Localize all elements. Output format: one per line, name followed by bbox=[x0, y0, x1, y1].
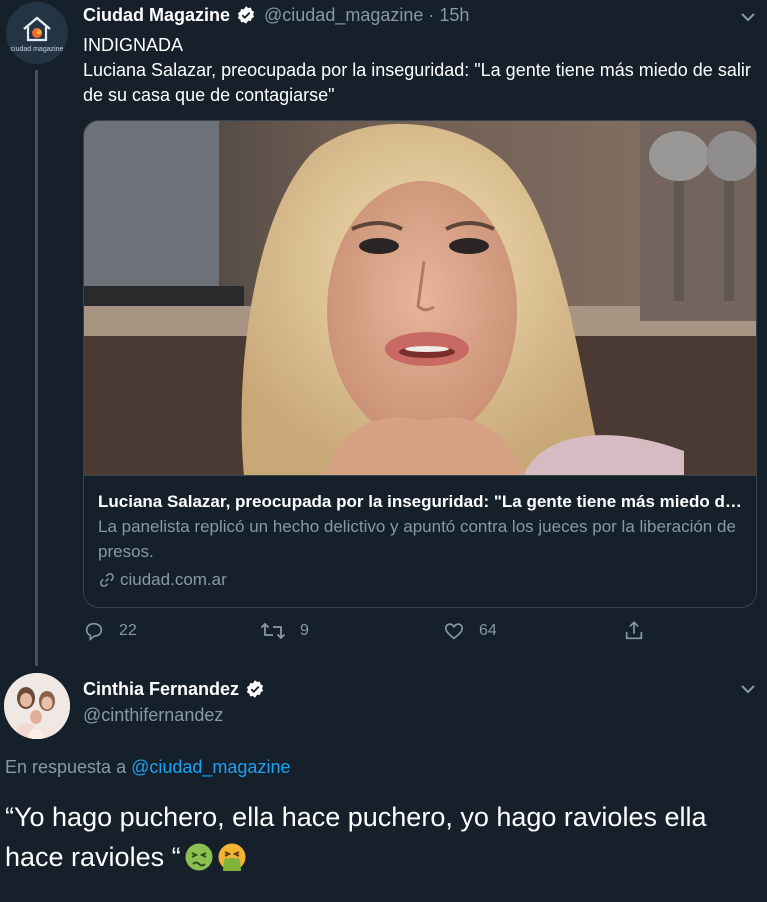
like-count: 64 bbox=[479, 622, 497, 639]
reply-button[interactable]: 22 bbox=[83, 620, 137, 642]
tweet-ciudad-magazine[interactable]: Ciudad Magazine @ciudad_magazine · 15h I… bbox=[83, 0, 763, 108]
author-handle[interactable]: @ciudad_magazine bbox=[264, 5, 423, 26]
retweet-count: 9 bbox=[300, 622, 309, 639]
tweet-actions: 22 9 64 bbox=[83, 620, 663, 650]
card-image bbox=[84, 121, 756, 475]
share-icon bbox=[625, 621, 643, 640]
vomiting-face-icon bbox=[217, 842, 247, 883]
tweet-main-text: “Yo hago puchero, ella hace puchero, yo … bbox=[5, 797, 760, 883]
twitter-thread: ciudad magazine Ciudad Magazine @ciudad_… bbox=[0, 0, 767, 902]
tweet-header: Ciudad Magazine @ciudad_magazine · 15h bbox=[83, 0, 763, 30]
ciudad-magazine-avatar[interactable]: ciudad magazine bbox=[6, 2, 68, 64]
verified-badge-icon bbox=[245, 679, 265, 699]
retweet-button[interactable]: 9 bbox=[260, 620, 309, 642]
reply-mention-link[interactable]: @ciudad_magazine bbox=[131, 757, 290, 777]
reply-icon bbox=[85, 622, 103, 641]
verified-badge-icon bbox=[236, 5, 256, 25]
house-logo-icon bbox=[23, 16, 51, 41]
author-name[interactable]: Ciudad Magazine bbox=[83, 5, 230, 26]
tweet-cinthia-fernandez[interactable]: Cinthia Fernandez @cinthifernandez bbox=[83, 676, 763, 728]
avatar-logo-text: ciudad magazine bbox=[10, 45, 64, 53]
tweet-text-headline: INDIGNADA bbox=[83, 35, 184, 55]
cinthia-fernandez-avatar[interactable] bbox=[4, 673, 70, 739]
tweet-timestamp[interactable]: 15h bbox=[439, 5, 469, 26]
reply-count: 22 bbox=[119, 622, 137, 639]
tweet-menu-chevron-icon[interactable] bbox=[737, 6, 759, 28]
thread-connector bbox=[35, 70, 38, 666]
card-text: Luciana Salazar, preocupada por la inseg… bbox=[84, 475, 756, 607]
heart-icon bbox=[444, 623, 464, 640]
tweet-text-body: Luciana Salazar, preocupada por la inseg… bbox=[83, 60, 751, 105]
reply-prefix: En respuesta a bbox=[5, 757, 127, 777]
card-domain: ciudad.com.ar bbox=[98, 567, 744, 592]
retweet-icon bbox=[260, 622, 286, 640]
author-name[interactable]: Cinthia Fernandez bbox=[83, 679, 239, 700]
tweet-quote-text: “Yo hago puchero, ella hace puchero, yo … bbox=[5, 802, 707, 872]
reply-context: En respuesta a @ciudad_magazine bbox=[5, 757, 290, 778]
tweet-menu-chevron-icon[interactable] bbox=[737, 678, 759, 700]
card-description: La panelista replicó un hecho delictivo … bbox=[98, 517, 736, 561]
author-handle[interactable]: @cinthifernandez bbox=[83, 702, 763, 728]
like-button[interactable]: 64 bbox=[443, 620, 497, 642]
link-preview-card[interactable]: Luciana Salazar, preocupada por la inseg… bbox=[83, 120, 757, 608]
link-icon bbox=[100, 572, 114, 587]
tweet-header: Cinthia Fernandez bbox=[83, 676, 763, 702]
share-button[interactable] bbox=[623, 620, 645, 642]
card-domain-text: ciudad.com.ar bbox=[120, 570, 227, 589]
card-title[interactable]: Luciana Salazar, preocupada por la inseg… bbox=[98, 489, 744, 514]
separator-dot: · bbox=[428, 4, 435, 25]
nauseated-face-icon bbox=[184, 842, 214, 883]
